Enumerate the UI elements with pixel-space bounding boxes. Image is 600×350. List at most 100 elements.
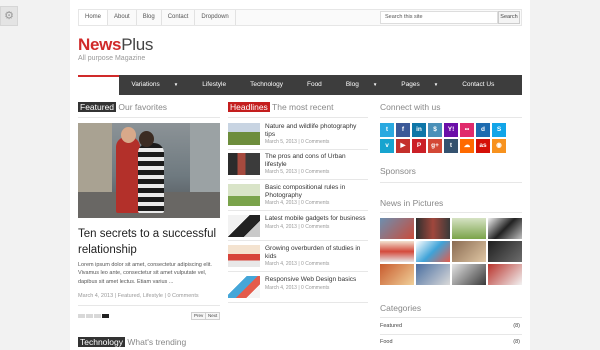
nav-item-lifestyle[interactable]: Lifestyle bbox=[190, 75, 238, 95]
featured-post-title[interactable]: Ten secrets to a successful relationship bbox=[78, 226, 223, 258]
picture-thumbnail[interactable] bbox=[416, 241, 450, 262]
linkedin-icon[interactable]: in bbox=[412, 123, 426, 137]
headline-item[interactable]: Nature and wildlife photography tips Mar… bbox=[228, 123, 368, 150]
headline-item[interactable]: The pros and cons of Urban lifestyle Mar… bbox=[228, 153, 368, 180]
headline-title[interactable]: Latest mobile gadgets for business bbox=[265, 215, 368, 223]
picture-thumbnail[interactable] bbox=[488, 241, 522, 262]
category-name[interactable]: Featured bbox=[380, 323, 402, 329]
headline-meta: March 4, 2013 | 0 Comments bbox=[265, 261, 330, 267]
picture-thumbnail[interactable] bbox=[380, 218, 414, 239]
divider bbox=[380, 317, 522, 318]
sponsors-heading: Sponsors bbox=[380, 166, 416, 176]
vimeo-icon[interactable]: v bbox=[380, 139, 394, 153]
headline-title[interactable]: Growing overburden of studies in kids bbox=[265, 245, 368, 261]
category-item[interactable]: Featured (8) bbox=[380, 323, 522, 329]
yahoo-icon[interactable]: Y! bbox=[444, 123, 458, 137]
picture-thumbnail[interactable] bbox=[452, 241, 486, 262]
headline-title[interactable]: Basic compositional rules in Photography bbox=[265, 184, 368, 200]
category-name[interactable]: Food bbox=[380, 339, 393, 345]
news-in-pictures-heading: News in Pictures bbox=[380, 198, 444, 208]
flickr-icon[interactable]: •• bbox=[460, 123, 474, 137]
slider-dot[interactable] bbox=[78, 314, 85, 318]
youtube-icon[interactable]: ▶ bbox=[396, 139, 410, 153]
comments-link[interactable]: 0 Comments bbox=[167, 293, 198, 299]
slider-dot[interactable] bbox=[94, 314, 101, 318]
picture-thumbnail[interactable] bbox=[380, 264, 414, 285]
divider bbox=[78, 117, 220, 118]
category-count: (8) bbox=[513, 339, 520, 345]
divider bbox=[380, 212, 522, 213]
headline-title[interactable]: Nature and wildlife photography tips bbox=[265, 123, 368, 139]
googleplus-icon[interactable]: g+ bbox=[428, 139, 442, 153]
category-count: (8) bbox=[513, 323, 520, 329]
category-item[interactable]: Food (8) bbox=[380, 339, 522, 345]
headline-item[interactable]: Responsive Web Design basics March 4, 20… bbox=[228, 276, 368, 303]
top-link-about[interactable]: About bbox=[108, 10, 137, 25]
picture-thumbnail[interactable] bbox=[488, 264, 522, 285]
divider bbox=[228, 271, 368, 272]
top-link-home[interactable]: Home bbox=[79, 10, 109, 25]
pinterest-icon[interactable]: P bbox=[412, 139, 426, 153]
soundcloud-icon[interactable]: ☁ bbox=[460, 139, 474, 153]
category-link[interactable]: Lifestyle bbox=[143, 293, 163, 299]
headline-title[interactable]: The pros and cons of Urban lifestyle bbox=[265, 153, 368, 169]
divider bbox=[380, 117, 522, 118]
slider-prev-button[interactable]: Prev bbox=[191, 312, 207, 320]
headline-thumbnail[interactable] bbox=[228, 184, 260, 206]
nav-item-contact-us[interactable]: Contact Us bbox=[450, 75, 506, 95]
nav-item-food[interactable]: Food bbox=[295, 75, 334, 95]
settings-gear-icon[interactable]: ⚙ bbox=[0, 6, 18, 26]
headline-item[interactable]: Basic compositional rules in Photography… bbox=[228, 184, 368, 211]
headline-thumbnail[interactable] bbox=[228, 276, 260, 298]
divider bbox=[228, 149, 368, 150]
picture-thumbnail[interactable] bbox=[488, 218, 522, 239]
picture-thumbnail[interactable] bbox=[416, 264, 450, 285]
top-link-dropdown[interactable]: Dropdown bbox=[195, 10, 236, 25]
picture-thumbnail[interactable] bbox=[380, 241, 414, 262]
facebook-icon[interactable]: f bbox=[396, 123, 410, 137]
search-input[interactable]: Search this site bbox=[380, 11, 498, 24]
picture-thumbnail[interactable] bbox=[452, 218, 486, 239]
headline-thumbnail[interactable] bbox=[228, 245, 260, 267]
headline-item[interactable]: Growing overburden of studies in kids Ma… bbox=[228, 245, 368, 272]
headline-title[interactable]: Responsive Web Design basics bbox=[265, 276, 368, 284]
headlines-label: Headlines bbox=[228, 102, 270, 112]
rss-icon[interactable]: ◉ bbox=[492, 139, 506, 153]
top-link-blog[interactable]: Blog bbox=[137, 10, 162, 25]
tumblr-icon[interactable]: t bbox=[444, 139, 458, 153]
headline-thumbnail[interactable] bbox=[228, 215, 260, 237]
site-logo[interactable]: NewsPlus bbox=[78, 35, 153, 55]
site-tagline: All purpose Magazine bbox=[78, 55, 146, 62]
technology-label: Technology bbox=[78, 337, 126, 347]
featured-heading: Featured Our favorites bbox=[78, 102, 167, 112]
featured-image[interactable] bbox=[78, 123, 220, 218]
picture-thumbnail[interactable] bbox=[452, 264, 486, 285]
slider-next-button[interactable]: Next bbox=[205, 312, 221, 320]
slider-dot-active[interactable] bbox=[102, 314, 109, 318]
divider bbox=[380, 182, 522, 183]
digg-icon[interactable]: d bbox=[476, 123, 490, 137]
twitter-icon[interactable]: t bbox=[380, 123, 394, 137]
site-title-news: News bbox=[78, 35, 122, 54]
nav-item-home[interactable]: Home bbox=[78, 75, 120, 95]
headline-thumbnail[interactable] bbox=[228, 123, 260, 145]
divider bbox=[228, 117, 368, 118]
divider bbox=[380, 334, 522, 335]
nav-item-variations[interactable]: Variations ▼ bbox=[119, 75, 190, 95]
nav-item-technology[interactable]: Technology bbox=[238, 75, 295, 95]
headlines-subtitle: The most recent bbox=[272, 102, 334, 112]
divider bbox=[228, 302, 368, 303]
slider-pagination bbox=[78, 314, 109, 318]
lastfm-icon[interactable]: as bbox=[476, 139, 490, 153]
category-link[interactable]: Featured bbox=[118, 293, 140, 299]
picture-thumbnail[interactable] bbox=[416, 218, 450, 239]
skype-icon[interactable]: S bbox=[492, 123, 506, 137]
slider-dot[interactable] bbox=[86, 314, 93, 318]
nav-item-blog[interactable]: Blog ▼ bbox=[334, 75, 389, 95]
dollar-icon[interactable]: $ bbox=[428, 123, 442, 137]
top-link-contact[interactable]: Contact bbox=[162, 10, 196, 25]
headline-item[interactable]: Latest mobile gadgets for business March… bbox=[228, 215, 368, 242]
headline-thumbnail[interactable] bbox=[228, 153, 260, 175]
nav-item-pages[interactable]: Pages ▼ bbox=[389, 75, 450, 95]
search-button[interactable]: Search bbox=[498, 11, 520, 24]
